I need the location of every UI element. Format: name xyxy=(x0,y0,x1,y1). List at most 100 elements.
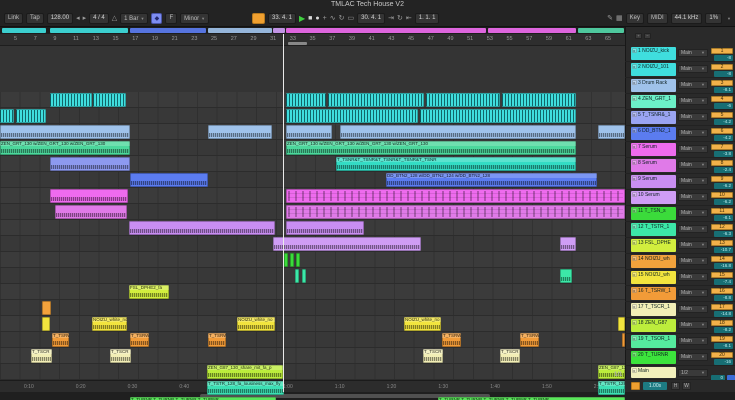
volume-display[interactable]: -7.4 xyxy=(714,279,733,285)
output-routing-chooser[interactable]: Main▼ xyxy=(678,113,708,121)
track-header[interactable]: ▸1 NOIZU_kickMain▼1-8 xyxy=(625,46,735,62)
track-header[interactable]: ▸17 T_TSCR_1Main▼17-14.8 xyxy=(625,302,735,318)
fold-arrow-icon[interactable]: ▸ xyxy=(632,144,637,149)
fold-arrow-icon[interactable]: ▸ xyxy=(632,240,637,245)
output-routing-chooser[interactable]: Main▼ xyxy=(678,225,708,233)
clip[interactable] xyxy=(618,317,625,331)
clip[interactable]: T_TSCR xyxy=(31,349,52,363)
track-name[interactable]: ▸20 T_TURNR xyxy=(631,351,676,364)
track-lane[interactable] xyxy=(0,284,625,300)
automation-arm-icon[interactable]: ∿ xyxy=(330,13,336,24)
output-routing-chooser[interactable]: Main▼ xyxy=(678,145,708,153)
clip[interactable]: DD_BTN2_128 w/DD_BTN2_124 w/DD_BTN2_128 xyxy=(386,173,597,187)
collapse-tracks-button[interactable]: − xyxy=(644,33,651,39)
clip[interactable] xyxy=(273,237,421,251)
fold-arrow-icon[interactable]: ▸ xyxy=(632,352,637,357)
record-button[interactable]: ● xyxy=(315,13,319,24)
track-activator[interactable]: 19 xyxy=(711,336,733,342)
time-ruler[interactable]: 0:100:200:300:400:501:001:101:201:301:40… xyxy=(0,380,625,392)
clip[interactable]: NOIZU_white_no xyxy=(237,317,275,331)
clip[interactable] xyxy=(129,221,275,235)
clip[interactable]: T_TSCR xyxy=(500,349,520,363)
volume-display[interactable]: -8 xyxy=(714,55,733,61)
track-header[interactable]: ▸10 SerumMain▼10-6.2 xyxy=(625,190,735,206)
computer-midi-keyboard-icon[interactable]: ▦ xyxy=(616,13,623,24)
track-header[interactable]: ▸14 NOIZU_whMain▼14-16.8 xyxy=(625,254,735,270)
time-signature-display[interactable]: 4 / 4 xyxy=(89,13,109,24)
track-name[interactable]: ▸1 NOIZU_kick xyxy=(631,47,676,60)
clip[interactable] xyxy=(295,269,299,283)
clip[interactable] xyxy=(286,93,326,107)
track-lane[interactable] xyxy=(0,268,625,284)
clip[interactable] xyxy=(50,93,92,107)
track-lane[interactable] xyxy=(0,252,625,268)
clip[interactable] xyxy=(286,189,625,203)
track-header[interactable]: ▸19 T_TSOR_1Main▼19-8.1 xyxy=(625,334,735,350)
output-routing-chooser[interactable]: Main▼ xyxy=(678,177,708,185)
track-activator[interactable]: 2 xyxy=(711,64,733,70)
track-activator[interactable]: 18 xyxy=(711,320,733,326)
track-lane[interactable] xyxy=(0,364,625,380)
output-routing-chooser[interactable]: Main▼ xyxy=(678,193,708,201)
output-routing-chooser[interactable]: Main▼ xyxy=(678,257,708,265)
tempo-display[interactable]: 128.00 xyxy=(47,13,73,24)
quantize-menu[interactable]: 1 Bar▼ xyxy=(120,13,148,24)
output-routing-chooser[interactable]: Main▼ xyxy=(678,209,708,217)
track-header[interactable]: ▸9 SerumMain▼9-6.2 xyxy=(625,174,735,190)
clip[interactable] xyxy=(286,125,332,139)
volume-display[interactable]: -8.2 xyxy=(714,327,733,333)
fold-arrow-icon[interactable]: ▸ xyxy=(632,304,637,309)
track-header[interactable]: ▸2 NOIZU_101Main▼2-8 xyxy=(625,62,735,78)
track-activator[interactable]: 9 xyxy=(711,176,733,182)
punch-in-icon[interactable]: ⇥ xyxy=(388,13,394,24)
volume-display[interactable]: -3.8 xyxy=(714,151,733,157)
track-activator[interactable]: 20 xyxy=(711,352,733,358)
clip[interactable] xyxy=(0,125,130,139)
clip[interactable] xyxy=(16,109,46,123)
volume-display[interactable]: -4.2 xyxy=(714,135,733,141)
track-name[interactable]: ▸3 Drum Rack xyxy=(631,79,676,92)
track-name[interactable]: ▸13 FSL_DPHE xyxy=(631,239,676,252)
root-note-menu[interactable]: F xyxy=(165,13,177,24)
clip[interactable]: T_TSCR xyxy=(110,349,131,363)
clip[interactable]: T_TSCR xyxy=(423,349,443,363)
track-header[interactable]: ▸12 T_TSTR_1Main▼12-6.3 xyxy=(625,222,735,238)
volume-display[interactable]: -2.4 xyxy=(714,167,733,173)
track-lane[interactable] xyxy=(0,348,625,364)
fold-arrow-icon[interactable]: ▸ xyxy=(632,80,637,85)
track-header[interactable]: ▸Main1/2▼0 xyxy=(625,366,735,380)
track-name[interactable]: ▸10 Serum xyxy=(631,191,676,204)
clip[interactable]: ZEN_G87_130_share_mit_fa_p xyxy=(207,365,283,379)
output-routing-chooser[interactable]: Main▼ xyxy=(678,241,708,249)
output-routing-chooser[interactable]: Main▼ xyxy=(678,81,708,89)
clip[interactable] xyxy=(42,317,50,331)
play-button[interactable]: ▶ xyxy=(299,13,305,24)
fold-arrow-icon[interactable]: ▸ xyxy=(632,288,637,293)
clip[interactable] xyxy=(328,93,424,107)
output-routing-chooser[interactable]: Main▼ xyxy=(678,161,708,169)
clip[interactable]: T_TSTR_128 xyxy=(598,381,625,395)
fold-arrow-icon[interactable]: ▸ xyxy=(632,64,637,69)
fold-arrow-icon[interactable]: ▸ xyxy=(632,336,637,341)
corner-pad-icon[interactable] xyxy=(631,382,640,390)
scale-name-menu[interactable]: Minor▼ xyxy=(180,13,209,24)
track-activator[interactable]: 17 xyxy=(711,304,733,310)
scale-mode-button[interactable]: ◆ xyxy=(151,13,162,24)
track-activator[interactable]: 11 xyxy=(711,208,733,214)
output-routing-chooser[interactable]: Main▼ xyxy=(678,305,708,313)
track-activator[interactable]: 13 xyxy=(711,240,733,246)
volume-display[interactable]: -6 xyxy=(714,103,733,109)
clip[interactable] xyxy=(340,125,576,139)
tap-tempo-button[interactable]: Tap xyxy=(26,13,44,24)
optimize-width-button[interactable]: W xyxy=(682,382,691,390)
clip[interactable]: T_TSTR_128_fa_lousiness_max_fly xyxy=(207,381,284,395)
track-name[interactable]: ▸14 NOIZU_wh xyxy=(631,255,676,268)
track-name[interactable]: ▸4 ZEN_GRT_1 xyxy=(631,95,676,108)
stop-button[interactable]: ■ xyxy=(308,13,312,24)
clip[interactable] xyxy=(426,93,500,107)
track-name[interactable]: ▸Main xyxy=(631,367,676,378)
volume-display[interactable]: -16.8 xyxy=(714,263,733,269)
track-name[interactable]: ▸2 NOIZU_101 xyxy=(631,63,676,76)
capture-midi-icon[interactable]: ▭ xyxy=(347,13,354,24)
clip[interactable]: T_TSRW xyxy=(130,333,149,347)
